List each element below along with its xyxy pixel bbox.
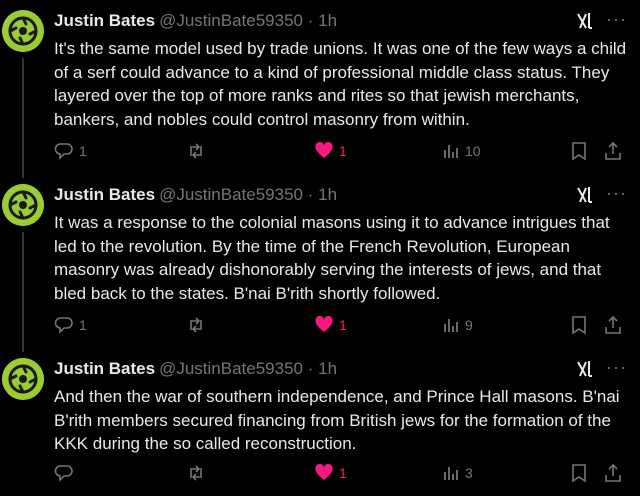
heart-icon	[315, 315, 333, 332]
post-header: Justin Bates @JustinBate59350 · 1h	[54, 184, 337, 206]
bookmark-button[interactable]	[570, 140, 588, 162]
post-header: Justin Bates @JustinBate59350 · 1h	[54, 358, 337, 380]
separator: ·	[307, 359, 314, 378]
share-icon	[605, 463, 621, 482]
author-name[interactable]: Justin Bates	[54, 359, 155, 378]
bookmark-icon	[572, 142, 586, 161]
repost-button[interactable]	[186, 314, 211, 336]
views-icon	[444, 145, 458, 158]
reply-button[interactable]: 1	[54, 314, 87, 336]
author-name[interactable]: Justin Bates	[54, 185, 155, 204]
bookmark-icon	[572, 464, 586, 483]
repost-icon	[190, 143, 202, 159]
share-button[interactable]	[604, 140, 622, 162]
post-text: And then the war of southern independenc…	[54, 387, 620, 453]
avatar[interactable]	[2, 358, 44, 400]
repost-button[interactable]	[186, 462, 211, 484]
bookmark-icon	[572, 316, 586, 335]
views-count: 9	[465, 317, 473, 333]
timestamp[interactable]: 1h	[318, 359, 337, 378]
post[interactable]: Justin Bates @JustinBate59350 · 1h ··· It…	[0, 184, 640, 352]
grok-icon[interactable]	[576, 186, 594, 204]
author-handle[interactable]: @JustinBate59350	[159, 359, 303, 378]
bookmark-button[interactable]	[570, 462, 588, 484]
author-handle[interactable]: @JustinBate59350	[159, 11, 303, 30]
reply-count: 1	[79, 317, 87, 333]
reply-icon	[54, 465, 73, 482]
post[interactable]: Justin Bates @JustinBate59350 · 1h ··· An…	[0, 358, 640, 488]
more-icon[interactable]: ···	[606, 184, 630, 206]
post[interactable]: Justin Bates @JustinBate59350 · 1h ··· It…	[0, 10, 640, 178]
bookmark-button[interactable]	[570, 314, 588, 336]
avatar[interactable]	[2, 184, 44, 226]
like-count: 1	[339, 465, 347, 481]
share-button[interactable]	[604, 314, 622, 336]
post-header: Justin Bates @JustinBate59350 · 1h	[54, 10, 337, 32]
like-button[interactable]: 1	[314, 314, 347, 336]
grok-icon[interactable]	[576, 360, 594, 378]
like-count: 1	[339, 317, 347, 333]
repost-button[interactable]	[186, 140, 211, 162]
avatar[interactable]	[2, 10, 44, 52]
share-icon	[605, 141, 621, 160]
reply-button[interactable]	[54, 462, 79, 484]
reply-icon	[54, 143, 73, 160]
post-actions: 1 1 10	[0, 140, 640, 162]
post-actions: 1 1 9	[0, 314, 640, 336]
post-actions: 1 3	[0, 462, 640, 484]
views-button[interactable]: 10	[442, 140, 481, 162]
heart-icon	[315, 463, 333, 480]
separator: ·	[307, 185, 314, 204]
reply-count: 1	[79, 143, 87, 159]
views-count: 3	[465, 465, 473, 481]
heart-icon	[315, 141, 333, 158]
reply-icon	[54, 317, 73, 334]
like-count: 1	[339, 143, 347, 159]
author-handle[interactable]: @JustinBate59350	[159, 185, 303, 204]
like-button[interactable]: 1	[314, 140, 347, 162]
views-button[interactable]: 3	[442, 462, 473, 484]
repost-icon	[190, 317, 202, 333]
grok-icon[interactable]	[576, 12, 594, 30]
views-icon	[444, 467, 458, 480]
repost-icon	[190, 465, 202, 481]
views-count: 10	[465, 143, 481, 159]
views-button[interactable]: 9	[442, 314, 473, 336]
more-icon[interactable]: ···	[606, 358, 630, 380]
share-icon	[605, 315, 621, 334]
separator: ·	[307, 11, 314, 30]
timestamp[interactable]: 1h	[318, 11, 337, 30]
author-name[interactable]: Justin Bates	[54, 11, 155, 30]
like-button[interactable]: 1	[314, 462, 347, 484]
share-button[interactable]	[604, 462, 622, 484]
post-text: It was a response to the colonial masons…	[54, 213, 610, 303]
timestamp[interactable]: 1h	[318, 185, 337, 204]
reply-button[interactable]: 1	[54, 140, 87, 162]
views-icon	[444, 319, 458, 332]
more-icon[interactable]: ···	[606, 10, 630, 32]
post-text: It's the same model used by trade unions…	[54, 39, 627, 129]
